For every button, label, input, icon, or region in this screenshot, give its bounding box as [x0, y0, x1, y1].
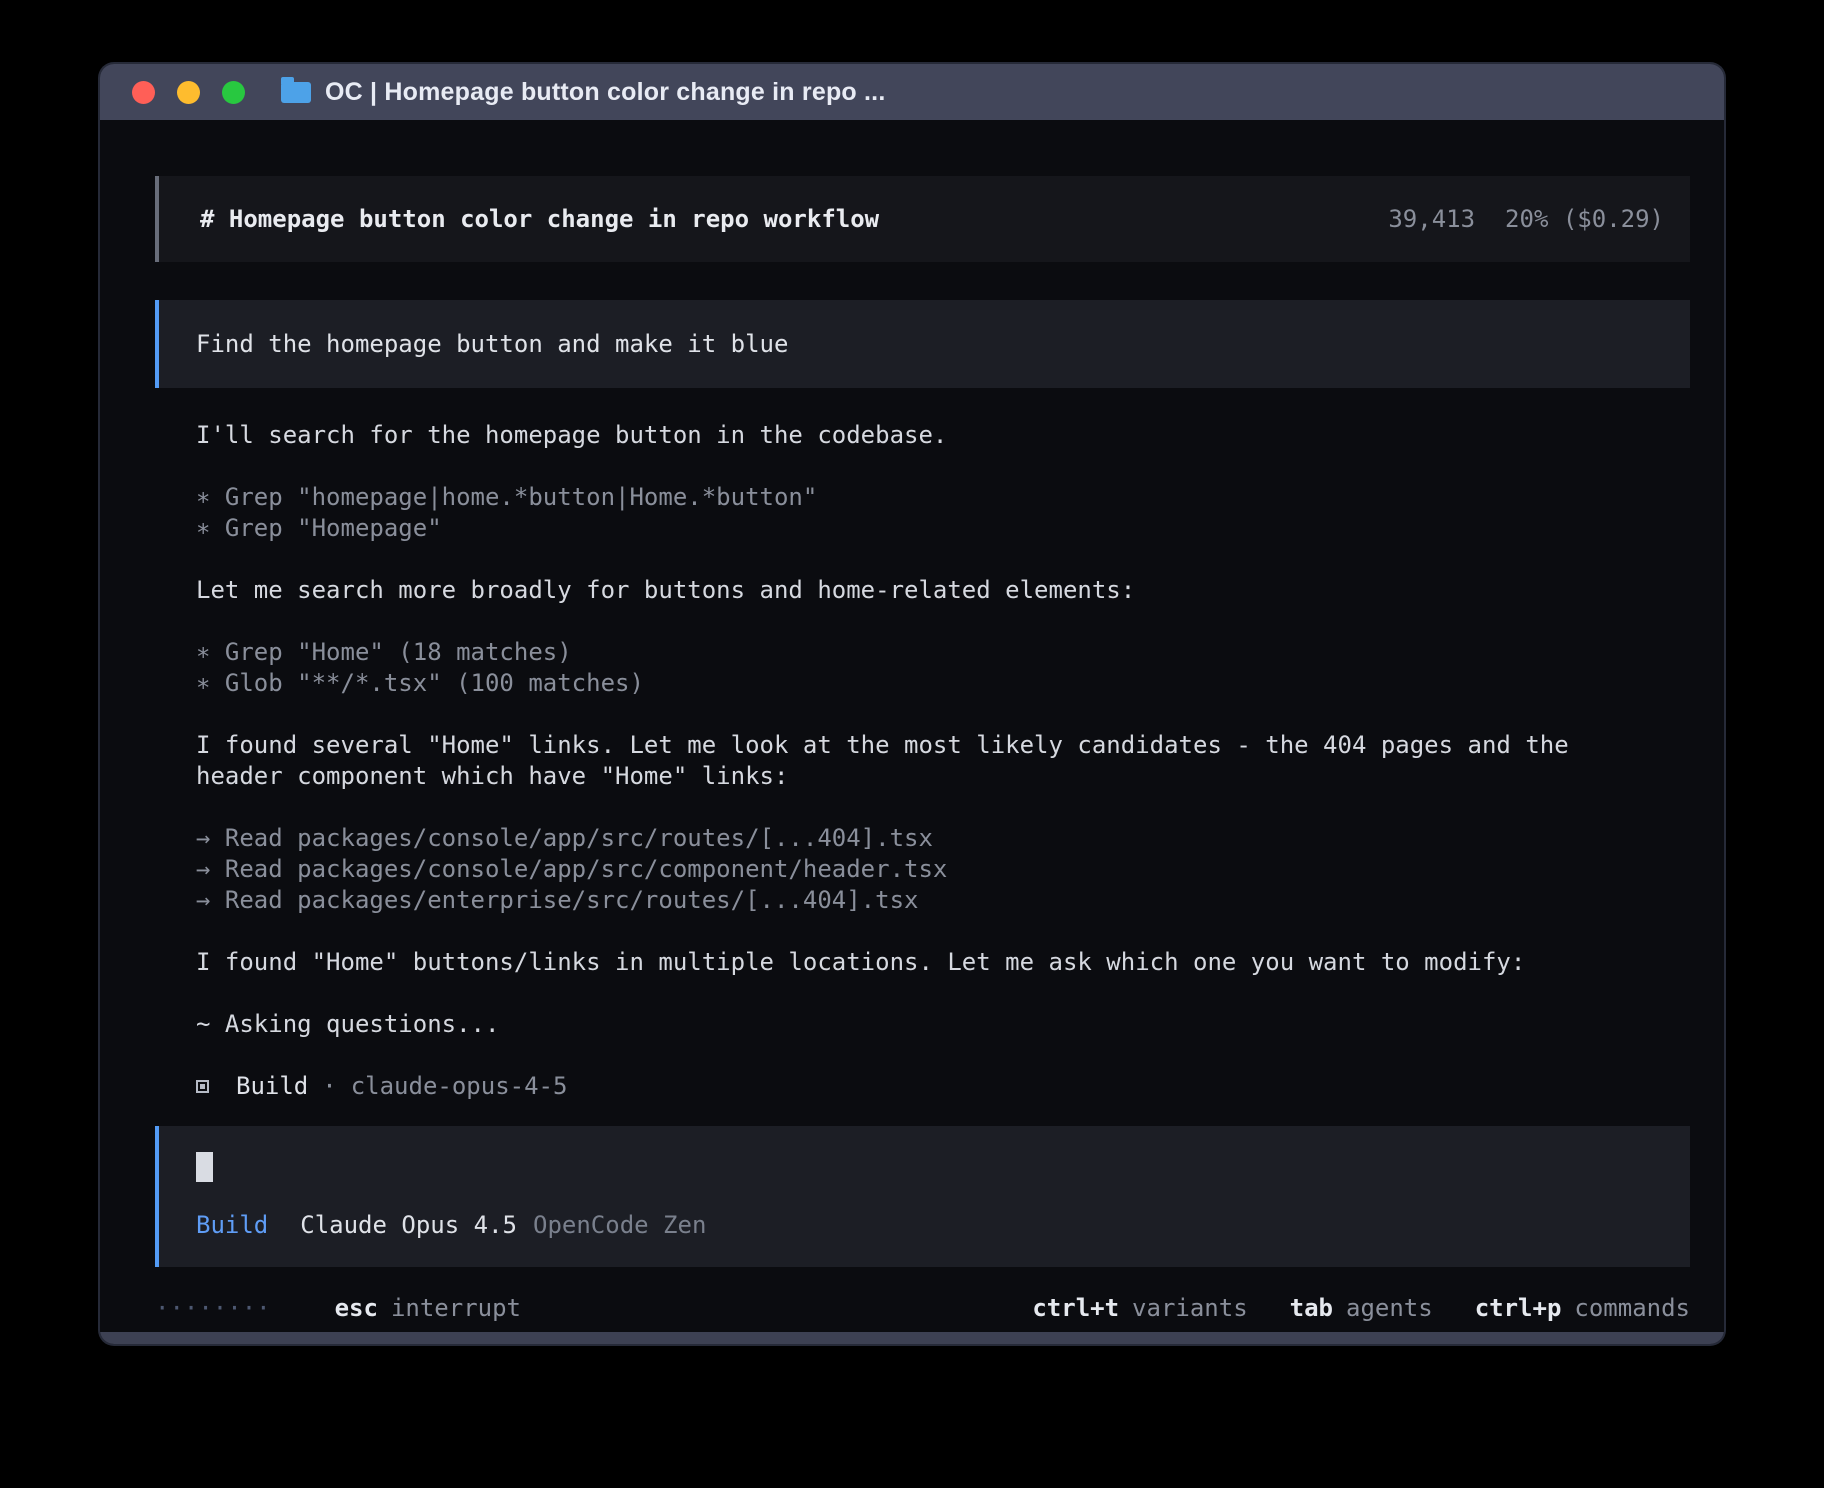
shortcut-key: ctrl+t	[1032, 1293, 1119, 1324]
status-bar-right: ctrl+t variants tab agents ctrl+p comman…	[1032, 1293, 1690, 1324]
agent-separator: ·	[322, 1071, 336, 1102]
window-titlebar[interactable]: OC | Homepage button color change in rep…	[100, 64, 1724, 120]
shortcut-commands: ctrl+p commands	[1475, 1293, 1690, 1324]
agent-icon	[196, 1080, 209, 1093]
assistant-transcript: I'll search for the homepage button in t…	[196, 420, 1656, 1102]
tool-call-line: ∗ Glob "**/*.tsx" (100 matches)	[196, 668, 1656, 699]
tool-call-line: ∗ Grep "homepage|home.*button|Home.*butt…	[196, 482, 1656, 513]
input-provider-label: OpenCode Zen	[533, 1210, 706, 1241]
shortcut-variants: ctrl+t variants	[1032, 1293, 1247, 1324]
tool-call-group: → Read packages/console/app/src/routes/[…	[196, 823, 1656, 916]
shortcut-label: commands	[1574, 1293, 1690, 1324]
shortcut-key: tab	[1290, 1293, 1333, 1324]
desktop-background: OC | Homepage button color change in rep…	[0, 0, 1824, 1488]
terminal-content: # Homepage button color change in repo w…	[100, 120, 1724, 1332]
shortcut-label: variants	[1132, 1293, 1248, 1324]
input-mode-label[interactable]: Build	[196, 1210, 268, 1241]
status-bar-left: ········ esc interrupt	[155, 1293, 521, 1324]
session-title: # Homepage button color change in repo w…	[200, 204, 879, 235]
shortcut-key: ctrl+p	[1475, 1293, 1562, 1324]
prompt-input[interactable]: Build Claude Opus 4.5 OpenCode Zen	[155, 1126, 1690, 1267]
close-button[interactable]	[132, 81, 155, 104]
shortcut-label: agents	[1346, 1293, 1433, 1324]
input-meta-row: Build Claude Opus 4.5 OpenCode Zen	[196, 1210, 1664, 1241]
shortcut-agents: tab agents	[1290, 1293, 1433, 1324]
tool-call-group: ∗ Grep "Home" (18 matches) ∗ Glob "**/*.…	[196, 637, 1656, 699]
agent-model: claude-opus-4-5	[351, 1071, 568, 1102]
status-bar: ········ esc interrupt ctrl+t variants t…	[155, 1293, 1690, 1324]
tool-call-group: ∗ Grep "homepage|home.*button|Home.*butt…	[196, 482, 1656, 544]
input-model-label[interactable]: Claude Opus 4.5	[300, 1210, 517, 1241]
agent-status-row: Build · claude-opus-4-5	[196, 1071, 1656, 1102]
assistant-paragraph: I found several "Home" links. Let me loo…	[196, 730, 1656, 792]
tool-call-line: ∗ Grep "Home" (18 matches)	[196, 637, 1656, 668]
tool-call-line: ∗ Grep "Homepage"	[196, 513, 1656, 544]
token-count: 39,413	[1388, 204, 1475, 235]
terminal-window: OC | Homepage button color change in rep…	[100, 64, 1724, 1344]
session-stats: 39,413 20% ($0.29)	[1388, 204, 1664, 235]
tool-call-line: → Read packages/enterprise/src/routes/[.…	[196, 885, 1656, 916]
tool-call-line: → Read packages/console/app/src/routes/[…	[196, 823, 1656, 854]
assistant-status-line: ~ Asking questions...	[196, 1009, 1656, 1040]
zoom-button[interactable]	[222, 81, 245, 104]
assistant-paragraph: I found "Home" buttons/links in multiple…	[196, 947, 1656, 978]
assistant-paragraph: Let me search more broadly for buttons a…	[196, 575, 1656, 606]
session-header: # Homepage button color change in repo w…	[155, 176, 1690, 262]
window-title: OC | Homepage button color change in rep…	[325, 78, 885, 107]
tool-call-line: → Read packages/console/app/src/componen…	[196, 854, 1656, 885]
agent-name: Build	[236, 1071, 308, 1102]
user-message: Find the homepage button and make it blu…	[155, 300, 1690, 388]
assistant-paragraph: I'll search for the homepage button in t…	[196, 420, 1656, 451]
esc-key-label: interrupt	[391, 1293, 521, 1324]
esc-key-hint: esc	[335, 1293, 378, 1324]
text-cursor	[196, 1152, 213, 1182]
folder-icon	[281, 82, 311, 103]
window-bottom-edge	[100, 1332, 1724, 1344]
minimize-button[interactable]	[177, 81, 200, 104]
progress-dots-icon: ········	[155, 1293, 271, 1324]
traffic-lights	[132, 81, 245, 104]
user-message-text: Find the homepage button and make it blu…	[196, 329, 788, 360]
context-cost: 20% ($0.29)	[1505, 204, 1664, 235]
